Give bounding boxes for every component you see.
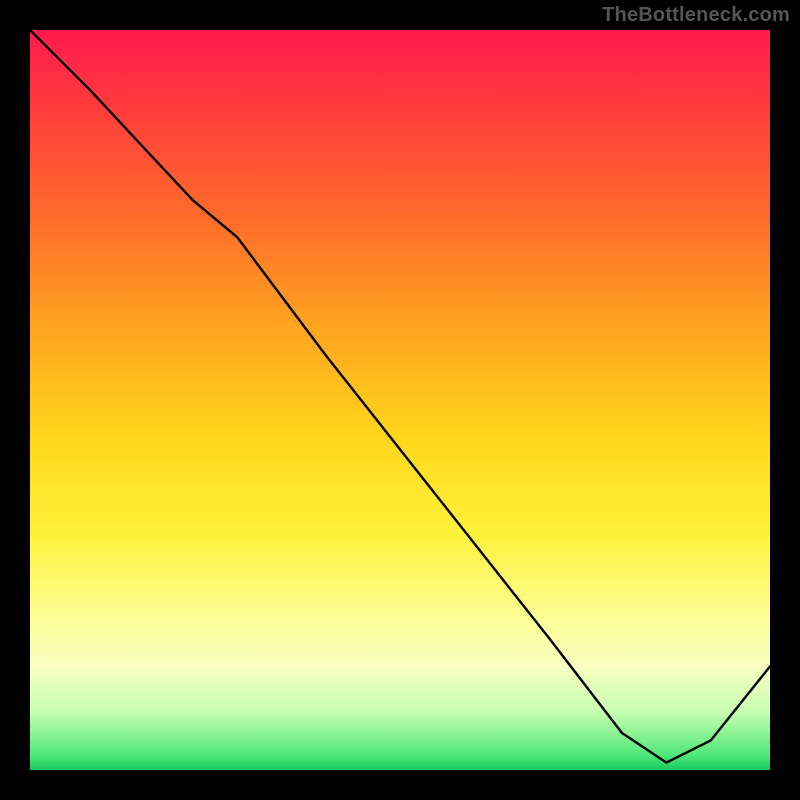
chart-stage: TheBottleneck.com xyxy=(0,0,800,800)
severity-gradient-background xyxy=(30,30,770,770)
plot-area xyxy=(30,30,770,770)
watermark-label: TheBottleneck.com xyxy=(602,4,790,27)
